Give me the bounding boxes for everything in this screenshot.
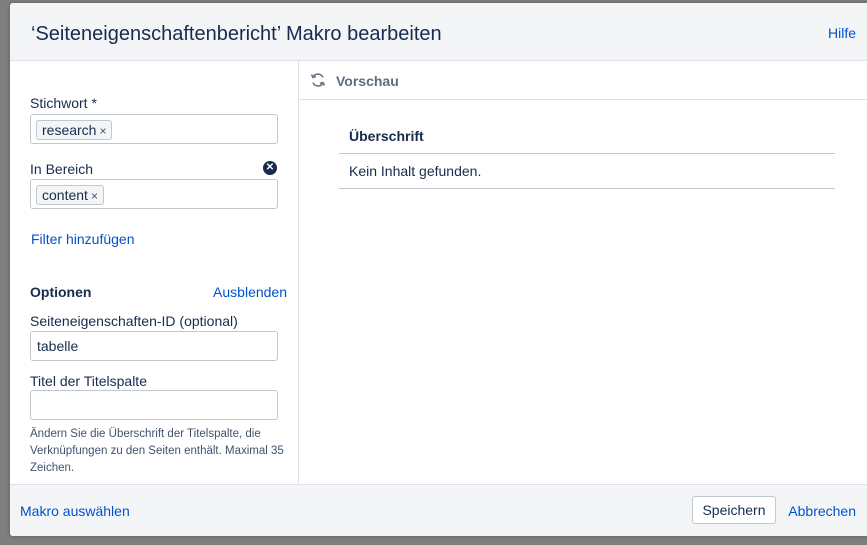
title-column-label: Titel der Titelspalte	[30, 373, 147, 389]
space-chip-text: content	[42, 187, 88, 203]
macro-parameters-panel: Stichwort * research × In Bereich ✕ conte…	[10, 61, 299, 484]
preview-table: Überschrift Kein Inhalt gefunden.	[339, 119, 835, 189]
space-label: In Bereich	[30, 161, 94, 177]
macro-dialog: ‘Seiteneigenschaftenbericht’ Makro bearb…	[10, 3, 867, 536]
clear-icon[interactable]: ✕	[263, 161, 277, 175]
keyword-label: Stichwort *	[30, 95, 97, 111]
dialog-header: ‘Seiteneigenschaftenbericht’ Makro bearb…	[10, 3, 867, 61]
preview-title: Vorschau	[336, 73, 399, 89]
add-filter-link[interactable]: Filter hinzufügen	[31, 231, 135, 247]
space-input[interactable]: content ×	[30, 179, 278, 209]
help-link[interactable]: Hilfe	[828, 25, 856, 41]
keyword-chip: research ×	[36, 120, 113, 140]
close-icon[interactable]: ×	[99, 124, 106, 138]
keyword-chip-text: research	[42, 122, 97, 138]
dialog-footer: Makro auswählen Speichern Abbrechen	[10, 484, 867, 536]
close-icon[interactable]: ×	[91, 189, 98, 203]
space-chip: content ×	[36, 185, 104, 205]
refresh-icon[interactable]	[310, 72, 326, 88]
options-heading: Optionen	[30, 284, 92, 300]
properties-id-label: Seiteneigenschaften-ID (optional)	[30, 313, 238, 329]
preview-header: Vorschau	[299, 61, 867, 100]
table-row: Kein Inhalt gefunden.	[339, 154, 835, 189]
dialog-title: ‘Seiteneigenschaftenbericht’ Makro bearb…	[31, 23, 442, 45]
properties-id-input[interactable]: tabelle	[30, 331, 278, 361]
table-header-cell: Überschrift	[339, 119, 835, 154]
cancel-link[interactable]: Abbrechen	[788, 503, 856, 519]
save-button[interactable]: Speichern	[692, 496, 776, 524]
keyword-input[interactable]: research ×	[30, 114, 278, 144]
title-column-hint: Ändern Sie die Überschrift der Titelspal…	[30, 428, 284, 474]
title-column-input[interactable]	[30, 390, 278, 420]
select-macro-link[interactable]: Makro auswählen	[20, 503, 130, 519]
properties-id-value: tabelle	[37, 338, 79, 354]
hide-options-link[interactable]: Ausblenden	[213, 284, 287, 300]
